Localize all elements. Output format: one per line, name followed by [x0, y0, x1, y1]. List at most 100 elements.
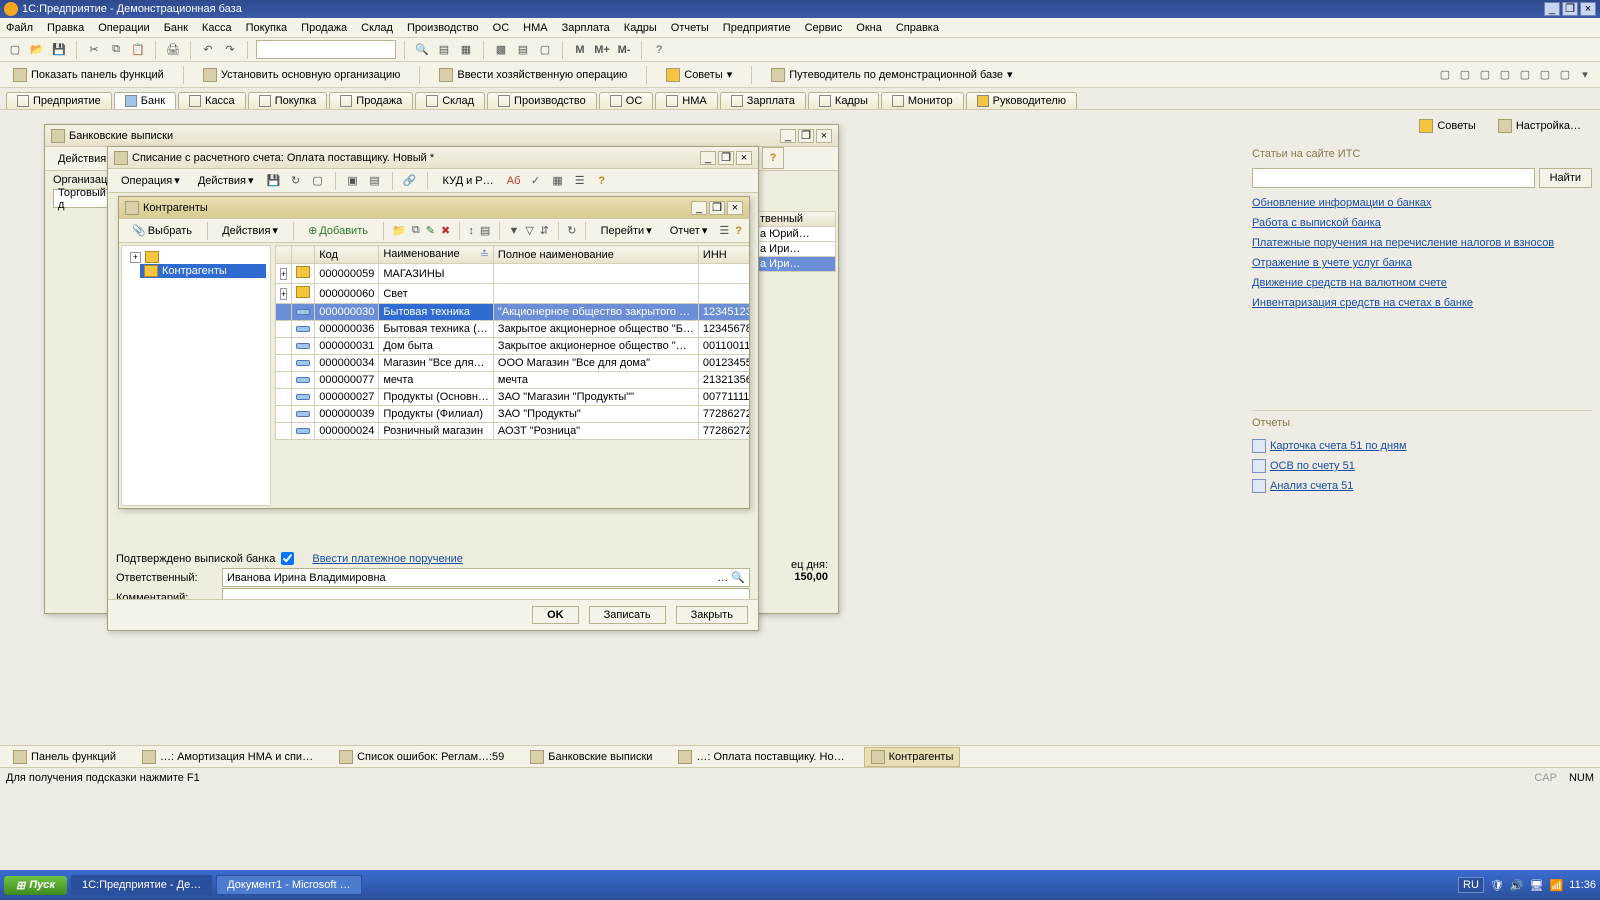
winbar-bank-statements[interactable]: Банковские выписки — [523, 747, 659, 767]
taskbar-app-1c[interactable]: 1С:Предприятие - Де… — [71, 875, 212, 895]
plus-icon[interactable]: + — [130, 252, 141, 263]
close-button[interactable]: Закрыть — [676, 606, 748, 624]
tray-icon[interactable]: 📶 — [1550, 879, 1564, 892]
undo-icon[interactable]: ↶ — [199, 41, 217, 59]
calc-icon[interactable]: ▤ — [435, 41, 453, 59]
col-type[interactable] — [292, 246, 315, 264]
delete-icon[interactable]: ✖ — [440, 222, 451, 240]
save-icon[interactable]: 💾 — [50, 41, 68, 59]
menu-sale[interactable]: Продажа — [301, 22, 347, 34]
tab-salary[interactable]: Зарплата — [720, 92, 806, 109]
its-link-1[interactable]: Обновление информации о банках — [1252, 196, 1592, 210]
tool-g-icon[interactable]: ▢ — [1556, 66, 1574, 84]
tool-e-icon[interactable]: ▢ — [1516, 66, 1534, 84]
filter-icon[interactable]: ▼ — [507, 222, 520, 240]
save-icon[interactable]: 💾 — [265, 172, 283, 190]
its-link-4[interactable]: Отражение в учете услуг банка — [1252, 256, 1592, 270]
maximize-button[interactable]: ❐ — [718, 151, 734, 165]
search-combo[interactable] — [256, 40, 396, 59]
its-search-button[interactable]: Найти — [1539, 168, 1592, 188]
menu-hr[interactable]: Кадры — [624, 22, 657, 34]
tree-icon[interactable]: ▤ — [514, 41, 532, 59]
minimize-button[interactable]: _ — [1544, 2, 1560, 16]
window-bank-titlebar[interactable]: Банковские выписки _❐× — [45, 125, 838, 147]
language-indicator[interactable]: RU — [1458, 877, 1484, 893]
paste-icon[interactable]: 📋 — [129, 41, 147, 59]
col-fullname[interactable]: Полное наименование — [493, 246, 698, 264]
doc-icon[interactable]: ▢ — [309, 172, 327, 190]
actions-dropdown[interactable]: Действия ▾ — [191, 171, 261, 190]
tab-hr[interactable]: Кадры — [808, 92, 879, 109]
its-link-2[interactable]: Работа с выпиской банка — [1252, 216, 1592, 230]
menu-warehouse[interactable]: Склад — [361, 22, 393, 34]
enter-operation-button[interactable]: Ввести хозяйственную операцию — [432, 65, 634, 85]
start-button[interactable]: ⊞Пуск — [4, 876, 67, 895]
window-payment-titlebar[interactable]: Списание с расчетного счета: Оплата пост… — [108, 147, 758, 169]
table-row[interactable]: +000000059МАГАЗИНЫ — [276, 264, 750, 284]
col-name[interactable]: Наименование ≛ — [379, 246, 494, 264]
col-inn[interactable]: ИНН — [698, 246, 749, 264]
tree-expander-row[interactable]: + — [126, 250, 266, 264]
actions-dropdown[interactable]: Действия ▾ — [215, 221, 285, 240]
help-icon[interactable]: ? — [734, 222, 743, 240]
cut-icon[interactable]: ✂ — [85, 41, 103, 59]
tray-icon[interactable]: 🔊 — [1510, 879, 1524, 892]
menu-file[interactable]: Файл — [6, 22, 33, 34]
menu-enterprise[interactable]: Предприятие — [723, 22, 791, 34]
tab-manager[interactable]: Руководителю — [966, 92, 1077, 109]
menu-cash[interactable]: Касса — [202, 22, 232, 34]
table-row[interactable]: 000000034Магазин "Все для…ООО Магазин "В… — [276, 355, 750, 372]
tab-os[interactable]: ОС — [599, 92, 654, 109]
table-row[interactable]: 000000031Дом бытаЗакрытое акционерное об… — [276, 338, 750, 355]
tab-bank[interactable]: Банк — [114, 92, 176, 109]
add-button[interactable]: ⊕ Добавить — [301, 221, 375, 240]
tool-h-icon[interactable]: ▾ — [1576, 66, 1594, 84]
m-plus-icon[interactable]: M+ — [593, 41, 611, 59]
report-icon[interactable]: ▩ — [492, 41, 510, 59]
redo-icon[interactable]: ↷ — [221, 41, 239, 59]
col-marker[interactable] — [276, 246, 292, 264]
post-icon[interactable]: ▣ — [344, 172, 362, 190]
minimize-button[interactable]: _ — [691, 201, 707, 215]
confirm-checkbox[interactable] — [281, 552, 294, 565]
form-icon[interactable]: ▦ — [549, 172, 567, 190]
winbar-payment[interactable]: …: Оплата поставщику. Но… — [671, 747, 851, 767]
tab-cash[interactable]: Касса — [178, 92, 246, 109]
write-button[interactable]: Записать — [589, 606, 666, 624]
enter-payment-order-link[interactable]: Ввести платежное поручение — [312, 553, 463, 565]
menu-help[interactable]: Справка — [896, 22, 939, 34]
menu-service[interactable]: Сервис — [805, 22, 843, 34]
copy-icon[interactable]: ⧉ — [107, 41, 125, 59]
contractors-table[interactable]: Код Наименование ≛ Полное наименование И… — [275, 245, 749, 440]
tab-warehouse[interactable]: Склад — [415, 92, 485, 109]
hierarchy-icon[interactable]: ▤ — [479, 222, 491, 240]
plus-icon[interactable]: + — [280, 268, 287, 280]
org-input[interactable]: Торговый д — [53, 189, 113, 208]
tool-b-icon[interactable]: ▢ — [1456, 66, 1474, 84]
minimize-button[interactable]: _ — [700, 151, 716, 165]
tab-purchase[interactable]: Покупка — [248, 92, 328, 109]
table-row[interactable]: 000000027Продукты (Основн…ЗАО "Магазин "… — [276, 389, 750, 406]
tray-icon[interactable]: 🛡 — [1490, 879, 1504, 892]
table-row[interactable]: 000000077мечтамечта2132135646… — [276, 372, 750, 389]
taskbar-app-word[interactable]: Документ1 - Microsoft … — [216, 875, 361, 895]
set-main-org-button[interactable]: Установить основную организацию — [196, 65, 408, 85]
close-button[interactable]: × — [1580, 2, 1596, 16]
its-link-6[interactable]: Инвентаризация средств на счетах в банке — [1252, 296, 1592, 310]
help-button[interactable]: ? — [762, 147, 784, 169]
winbar-contractors[interactable]: Контрагенты — [864, 747, 961, 767]
table-row[interactable]: 000000030Бытовая техника"Акционерное общ… — [276, 304, 750, 321]
table-row[interactable]: +000000060Свет — [276, 284, 750, 304]
window-contractors-titlebar[interactable]: Контрагенты _❐× — [119, 197, 749, 219]
m-icon[interactable]: M — [571, 41, 589, 59]
goto-dropdown[interactable]: Перейти ▾ — [594, 221, 659, 240]
list-icon[interactable]: ☰ — [571, 172, 589, 190]
select-button[interactable]: 📎 Выбрать — [125, 221, 199, 240]
report-link-3[interactable]: Анализ счета 51 — [1252, 479, 1592, 493]
its-link-3[interactable]: Платежные поручения на перечисление нало… — [1252, 236, 1592, 250]
tool-a-icon[interactable]: ▢ — [1436, 66, 1454, 84]
menu-fixed-assets[interactable]: ОС — [493, 22, 510, 34]
calendar-icon[interactable]: ▦ — [457, 41, 475, 59]
its-link-5[interactable]: Движение средств на валютном счете — [1252, 276, 1592, 290]
operation-dropdown[interactable]: Операция ▾ — [114, 171, 187, 190]
